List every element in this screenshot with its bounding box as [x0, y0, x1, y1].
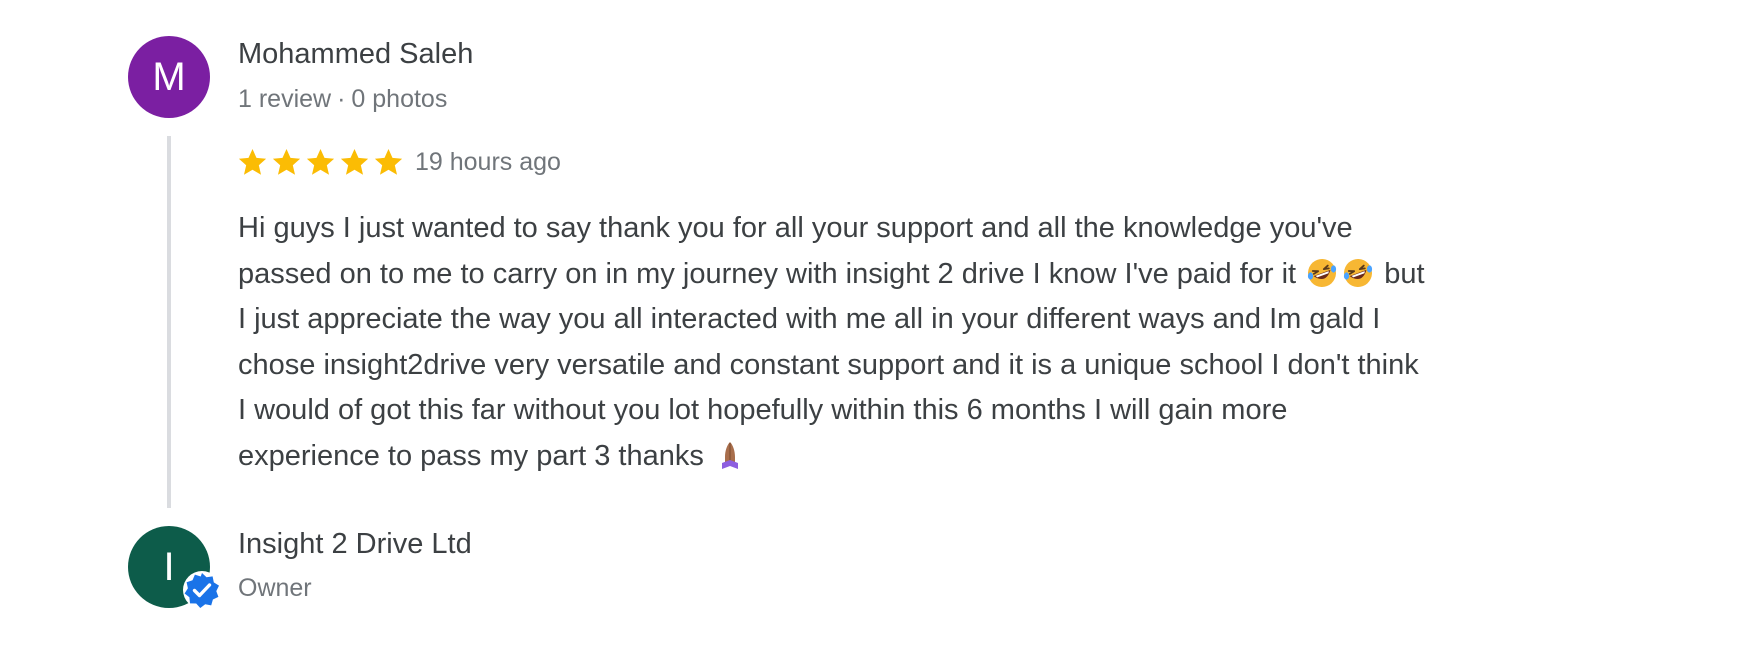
star-icon [374, 149, 403, 175]
meta-separator: · [337, 85, 346, 113]
star-icon [340, 149, 369, 175]
reviewer-name[interactable]: Mohammed Saleh [238, 38, 473, 71]
star-icon [238, 149, 267, 175]
rolling-on-floor-laughing-emoji [1342, 257, 1374, 289]
reviewer-review-count: 1 review [238, 85, 332, 113]
reviewer-avatar-letter: M [152, 54, 186, 99]
review-time: 19 hours ago [415, 148, 561, 176]
star-icon [306, 149, 335, 175]
thread-line [167, 136, 171, 508]
review-text-content: Hi guys I just wanted to say thank you f… [238, 212, 1353, 244]
verified-badge-icon [182, 570, 222, 610]
review-text: Hi guys I just wanted to say thank you f… [238, 206, 1638, 479]
rating-row: 19 hours ago [236, 146, 561, 179]
reviewer-meta: 1 review · 0 photos [238, 85, 447, 114]
review-text-line: experience to pass my part 3 thanks [238, 434, 1638, 480]
rolling-on-floor-laughing-emoji [1306, 257, 1338, 289]
star-icon [272, 149, 301, 175]
owner-name[interactable]: Insight 2 Drive Ltd [238, 528, 472, 561]
review-text-content: chose insight2drive very versatile and c… [238, 348, 1419, 381]
review-text-line: I would of got this far without you lot … [238, 388, 1638, 434]
folded-hands-emoji [714, 439, 746, 471]
review-text-content: experience to pass my part 3 thanks [238, 439, 704, 472]
star-rating [236, 146, 405, 179]
review-text-line: chose insight2drive very versatile and c… [238, 343, 1638, 389]
review-text-content: passed on to me to carry on in my journe… [238, 257, 1297, 290]
review-text-line: passed on to me to carry on in my journe… [238, 252, 1638, 298]
review-text-content: but [1384, 257, 1425, 290]
review-text-content: I would of got this far without you lot … [238, 394, 1288, 426]
reviewer-avatar[interactable]: M [128, 36, 210, 118]
owner-avatar-letter: I [163, 544, 175, 589]
owner-role: Owner [238, 574, 312, 602]
reviewer-photo-count: 0 photos [351, 85, 448, 113]
review-text-line: I just appreciate the way you all intera… [238, 297, 1638, 343]
review-text-content: I just appreciate the way you all intera… [238, 303, 1381, 335]
review-text-line: Hi guys I just wanted to say thank you f… [238, 206, 1638, 252]
